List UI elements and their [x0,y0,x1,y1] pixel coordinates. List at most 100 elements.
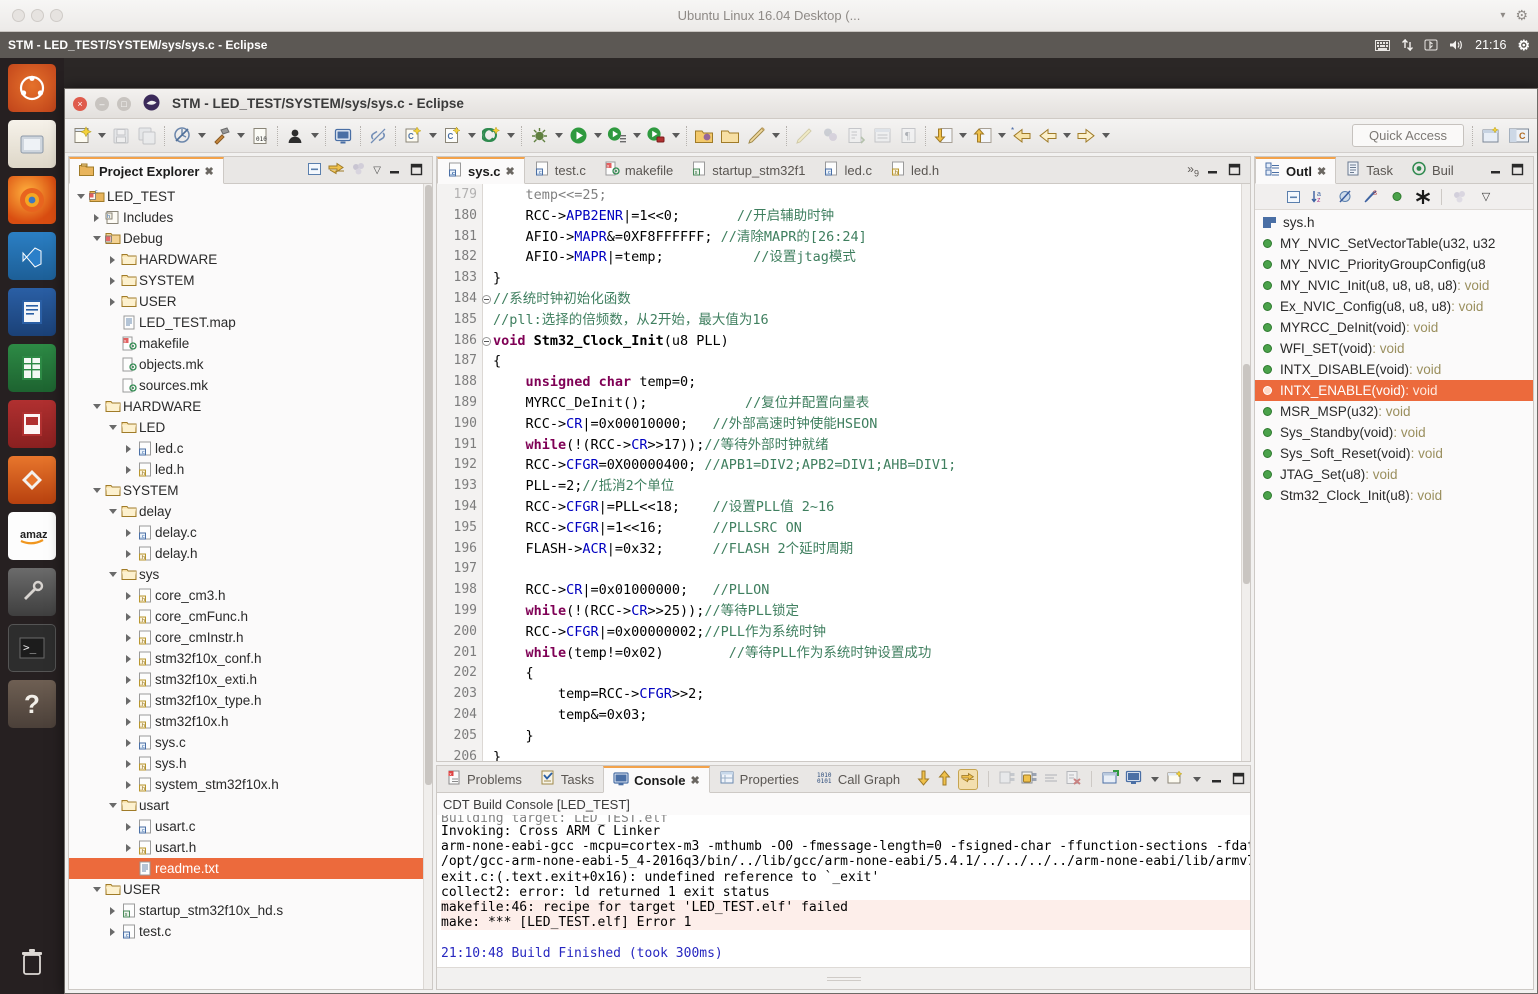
outline-item[interactable]: JTAG_Set(u8) : void [1255,464,1533,485]
console-tab-problems[interactable]: x Problems [437,766,531,792]
editor-tab-led-h[interactable]: .h led.h [881,157,948,183]
outline-tree[interactable]: sys.h MY_NVIC_SetVectorTable(u32, u32 MY_N… [1255,210,1533,989]
code-line[interactable]: { [493,351,1241,372]
outline-tab-outl[interactable]: Outl ✖ [1255,157,1337,184]
twisty-collapsed-icon[interactable] [122,585,135,606]
tree-item[interactable]: .c test.c [69,921,423,942]
fold-collapse-icon[interactable] [482,336,491,346]
launcher-item-vscode[interactable] [8,232,56,280]
code-line[interactable]: RCC->CFGR|=0x00000002;//PLL作为系统时钟 [493,622,1241,643]
code-line[interactable]: } [493,726,1241,747]
new-class-icon[interactable] [478,123,504,149]
code-line[interactable] [493,559,1241,580]
run-icon[interactable] [565,123,591,149]
launcher-item-ubuntu-dash[interactable] [8,64,56,112]
outline-item[interactable]: MY_NVIC_Init(u8, u8, u8, u8) : void [1255,275,1533,296]
twisty-collapsed-icon[interactable] [122,837,135,858]
new-c-project-dropdown[interactable] [426,123,439,149]
new-class-dropdown[interactable] [504,123,517,149]
console-output[interactable]: Building target: LED_TEST.elf Invoking: C… [437,815,1250,967]
maximize-editor-icon[interactable] [1227,163,1243,177]
code-line[interactable]: RCC->CFGR=0X00000400; //APB1=DIV2;APB2=D… [493,455,1241,476]
down-dropdown[interactable] [956,123,969,149]
twisty-collapsed-icon[interactable] [122,690,135,711]
launcher-item-help[interactable]: ? [8,680,56,728]
quick-access-input[interactable]: Quick Access [1352,124,1464,147]
code-line[interactable]: RCC->CR|=0x00010000; //外部高速时钟使能HSEON [493,414,1241,435]
editor-scrollbar[interactable] [1241,184,1250,761]
explorer-tab-actions[interactable]: ▽ [300,157,432,183]
twisty-expanded-icon[interactable] [106,564,119,585]
close-button[interactable]: × [73,96,87,111]
outline-tab-actions[interactable] [1481,157,1533,183]
twisty-expanded-icon[interactable] [106,501,119,522]
external-tools-icon[interactable] [643,123,669,149]
run-history-dropdown[interactable] [630,123,643,149]
link-with-editor-icon[interactable] [328,162,345,179]
console-tab-console[interactable]: Console ✖ [603,766,710,793]
gear-icon[interactable]: ⚙ [1517,37,1530,54]
editor-tab-startup-stm32f1[interactable]: s startup_stm32f1 [682,157,814,183]
keyboard-icon[interactable] [1375,39,1391,51]
maximize-outline-icon[interactable] [1510,163,1526,177]
gear-icon[interactable]: ⚙ [1515,7,1528,24]
down-icon[interactable] [930,123,956,149]
launcher-item-libreoffice-calc[interactable] [8,344,56,392]
close-icon[interactable]: ✖ [690,774,699,787]
build-all-dropdown[interactable] [195,123,208,149]
word-wrap-icon[interactable] [1043,771,1059,788]
save-icon[interactable] [108,123,134,149]
run-dropdown[interactable] [591,123,604,149]
tree-item[interactable]: s startup_stm32f10x_hd.s [69,900,423,921]
code-line[interactable]: RCC->APB2ENR|=1<<0; //开启辅助时钟 [493,206,1241,227]
outline-item[interactable]: INTX_ENABLE(void) : void [1255,380,1533,401]
chevron-down-icon[interactable]: ▾ [1500,10,1505,21]
tree-item[interactable]: .h usart.h [69,837,423,858]
pencil-icon[interactable] [743,123,769,149]
code-line[interactable]: while(!(RCC->CR>>25));//等待PLL锁定 [493,601,1241,622]
open-console-icon[interactable] [1102,770,1120,788]
code-line[interactable]: PLL-=2;//抵消2个单位 [493,476,1241,497]
binaries-icon[interactable]: 010 [247,123,273,149]
tree-item[interactable]: delay [69,501,423,522]
minimize-view-icon[interactable] [387,163,403,177]
new-wizard-dropdown[interactable] [95,123,108,149]
forward-icon[interactable] [1073,123,1099,149]
build-dropdown[interactable] [234,123,247,149]
launcher-item-ubuntu-software[interactable] [8,456,56,504]
maximize-button[interactable]: □ [117,96,131,111]
twisty-collapsed-icon[interactable] [122,606,135,627]
new-wizard-icon[interactable] [69,123,95,149]
scroll-down-icon[interactable] [916,770,931,789]
open-resource-icon[interactable] [717,123,743,149]
view-menu-more-icon[interactable] [351,162,367,179]
tree-item[interactable]: USER [69,879,423,900]
c-cpp-perspective-icon[interactable]: C [1505,123,1533,149]
console-tab-properties[interactable]: Properties [710,766,808,792]
tree-item[interactable]: x makefile [69,333,423,354]
twisty-collapsed-icon[interactable] [106,270,119,291]
sort-icon[interactable]: az [1307,186,1331,208]
tree-item[interactable]: usart [69,795,423,816]
code-line[interactable]: RCC->CFGR|=1<<16; //PLLSRC ON [493,518,1241,539]
code-line[interactable]: //系统时钟初始化函数 [493,289,1241,310]
code-line[interactable]: temp=RCC->CFGR>>2; [493,684,1241,705]
editor-overflow-indicator[interactable]: »9 [1187,162,1199,178]
pencil-dropdown[interactable] [769,123,782,149]
twisty-expanded-icon[interactable] [74,186,87,207]
hide-nonpublic-icon[interactable] [1385,186,1409,208]
twisty-collapsed-icon[interactable] [122,648,135,669]
twisty-collapsed-icon[interactable] [122,816,135,837]
code-line[interactable]: temp&=0x03; [493,705,1241,726]
tab-project-explorer[interactable]: Project Explorer ✖ [69,157,224,184]
tree-item[interactable]: objects.mk [69,354,423,375]
outline-item[interactable]: Sys_Standby(void) : void [1255,422,1533,443]
hide-fields-icon[interactable] [1333,186,1357,208]
collapse-all-icon[interactable] [307,162,322,179]
twisty-collapsed-icon[interactable] [122,732,135,753]
tree-item[interactable]: .h stm32f10x_conf.h [69,648,423,669]
twisty-collapsed-icon[interactable] [122,522,135,543]
user-icon[interactable] [282,123,308,149]
console-icon[interactable] [330,123,356,149]
launcher-item-files[interactable] [8,120,56,168]
